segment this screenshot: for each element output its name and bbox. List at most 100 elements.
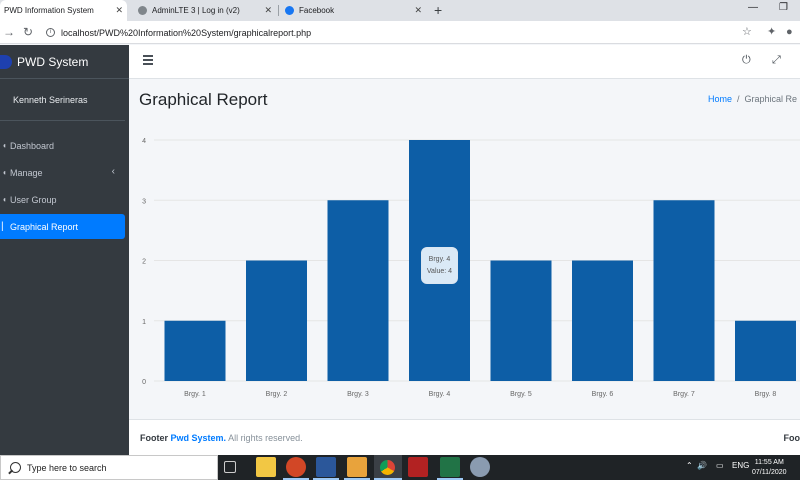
- game-icon[interactable]: [408, 457, 428, 477]
- sidebar-item-label: Dashboard: [10, 140, 55, 151]
- browser-toolbar: → ↻ i localhost/PWD%20Information%20Syst…: [0, 21, 800, 44]
- y-tick-label: 4: [142, 138, 146, 145]
- volume-icon[interactable]: 🔊: [697, 461, 707, 470]
- footer-right-text: Foo: [783, 433, 800, 443]
- taskbar-search[interactable]: Type here to search: [0, 455, 218, 480]
- sidebar-item-manage[interactable]: ◖ Manage ‹: [0, 160, 125, 185]
- breadcrumb-separator: /: [737, 94, 740, 104]
- browser-tab-pwd[interactable]: PWD Information System ✕: [0, 0, 127, 21]
- chrome-logo: [380, 460, 395, 475]
- bar-chart: 0 1 2 3 4 Brgy. 1 Brgy. 2 Brgy. 3 Brgy. 4 Brgy. 5…: [130, 130, 800, 405]
- chart-bar: [327, 200, 389, 381]
- taskbar-clock[interactable]: 11:55 AM 07/11/2020: [752, 458, 787, 478]
- chevron-left-icon: ‹: [111, 166, 115, 177]
- fullscreen-icon[interactable]: ⤢: [772, 54, 781, 67]
- sublime-text-icon[interactable]: [347, 457, 367, 477]
- sidebar-item-dashboard[interactable]: ◖ Dashboard: [0, 133, 125, 158]
- minimize-icon[interactable]: —: [748, 2, 758, 13]
- tooltip-label: Brgy. 4: [428, 256, 451, 263]
- xampp-icon[interactable]: [470, 457, 490, 477]
- footer-text: Footer Pwd System. All rights reserved.: [140, 433, 303, 443]
- tab-title: PWD Information System: [4, 6, 94, 15]
- chart-bar: [572, 260, 633, 381]
- extensions-icon[interactable]: ✦: [767, 25, 776, 39]
- edit-icon: ◖: [2, 168, 7, 177]
- x-tick-label: Brgy. 6: [592, 391, 614, 398]
- footer-prefix: Footer: [140, 433, 168, 443]
- y-tick-label: 2: [142, 259, 146, 266]
- chart-bar: [164, 320, 226, 381]
- footer-suffix: All rights reserved.: [228, 433, 303, 443]
- page-title: Graphical Report: [139, 90, 268, 109]
- sidebar-nav: ◖ Dashboard ◖ Manage ‹ ◖ User Group ▏ Gr…: [0, 121, 129, 239]
- browser-tab-facebook[interactable]: Facebook ✕: [281, 0, 426, 21]
- close-icon[interactable]: ✕: [414, 5, 422, 15]
- sidebar-item-label: Manage: [10, 167, 43, 178]
- sidebar-item-user-group[interactable]: ◖ User Group: [0, 187, 125, 212]
- x-tick-label: Brgy. 4: [429, 391, 451, 398]
- tab-title: AdminLTE 3 | Log in (v2): [152, 6, 240, 15]
- chart-bar: [246, 260, 307, 381]
- star-icon[interactable]: ☆: [742, 25, 752, 39]
- brand-link[interactable]: PWD System: [0, 45, 129, 79]
- url-text: localhost/PWD%20Information%20System/gra…: [61, 27, 312, 38]
- top-navbar: ⏻ ⤢: [129, 45, 800, 79]
- tab-divider: [278, 5, 279, 16]
- restore-icon[interactable]: ❐: [779, 2, 788, 13]
- chart-bar: [653, 200, 715, 381]
- chart-icon: ▏: [2, 222, 9, 231]
- chart-bar: [490, 260, 552, 381]
- brand-text: PWD System: [17, 54, 89, 69]
- sidebar-item-label: User Group: [10, 194, 57, 205]
- power-icon[interactable]: ⏻: [742, 54, 751, 67]
- user-name: Kenneth Serineras: [13, 94, 88, 105]
- chart-tooltip: Brgy. 4 Value: 4: [421, 247, 458, 284]
- menu-toggle-icon[interactable]: [143, 55, 153, 65]
- info-icon[interactable]: i: [46, 28, 55, 37]
- y-tick-label: 1: [142, 319, 146, 326]
- new-tab-button[interactable]: +: [434, 2, 442, 18]
- reload-icon[interactable]: ↻: [23, 25, 33, 39]
- battery-icon[interactable]: ▭: [716, 461, 724, 470]
- browser-tabstrip: PWD Information System ✕ AdminLTE 3 | Lo…: [0, 0, 800, 21]
- user-panel[interactable]: Kenneth Serineras: [0, 79, 125, 121]
- y-tick-label: 0: [142, 379, 146, 386]
- page-footer: Footer Pwd System. All rights reserved. …: [129, 419, 800, 455]
- profile-icon[interactable]: ●: [786, 25, 793, 39]
- excel-icon[interactable]: [440, 457, 460, 477]
- chevron-up-icon[interactable]: ⌃: [686, 461, 693, 470]
- sidebar-item-graphical-report[interactable]: ▏ Graphical Report: [0, 214, 125, 239]
- search-placeholder: Type here to search: [27, 462, 107, 473]
- x-tick-label: Brgy. 7: [673, 391, 695, 398]
- bar-chart-svg: 0 1 2 3 4 Brgy. 1 Brgy. 2 Brgy. 3 Brgy. 4 Brgy. 5…: [142, 138, 800, 398]
- forward-icon[interactable]: →: [3, 25, 15, 39]
- footer-brand-link[interactable]: Pwd System.: [171, 433, 227, 443]
- search-icon: [10, 462, 21, 473]
- clock-date: 07/11/2020: [752, 469, 787, 476]
- y-tick-label: 3: [142, 198, 146, 205]
- browser-tab-adminlte[interactable]: AdminLTE 3 | Log in (v2) ✕: [134, 0, 276, 21]
- tooltip-value: Value: 4: [426, 268, 453, 275]
- x-tick-label: Brgy. 8: [755, 391, 777, 398]
- close-icon[interactable]: ✕: [264, 5, 272, 15]
- clock-time: 11:55 AM: [754, 459, 784, 466]
- breadcrumb-home-link[interactable]: Home: [708, 94, 732, 104]
- dashboard-icon: ◖: [2, 141, 7, 150]
- brand-logo: [0, 54, 12, 69]
- address-bar[interactable]: i localhost/PWD%20Information%20System/g…: [42, 24, 752, 41]
- facebook-icon: [285, 6, 294, 15]
- language-indicator[interactable]: ENG: [732, 461, 749, 470]
- x-tick-label: Brgy. 2: [266, 391, 288, 398]
- task-view-icon[interactable]: [224, 461, 236, 473]
- windows-taskbar: Type here to search ⌃ 🔊 ▭ ENG 11:55 AM 0…: [0, 455, 800, 480]
- breadcrumb: Home / Graphical Re: [708, 94, 797, 104]
- file-explorer-icon[interactable]: [256, 457, 276, 477]
- x-tick-label: Brgy. 3: [347, 391, 369, 398]
- close-icon[interactable]: ✕: [115, 5, 123, 15]
- x-tick-label: Brgy. 1: [184, 391, 206, 398]
- breadcrumb-current: Graphical Re: [744, 94, 798, 104]
- x-tick-label: Brgy. 5: [510, 391, 532, 398]
- users-icon: ◖: [2, 195, 7, 204]
- word-icon[interactable]: [316, 457, 336, 477]
- powerpoint-icon[interactable]: [286, 457, 306, 477]
